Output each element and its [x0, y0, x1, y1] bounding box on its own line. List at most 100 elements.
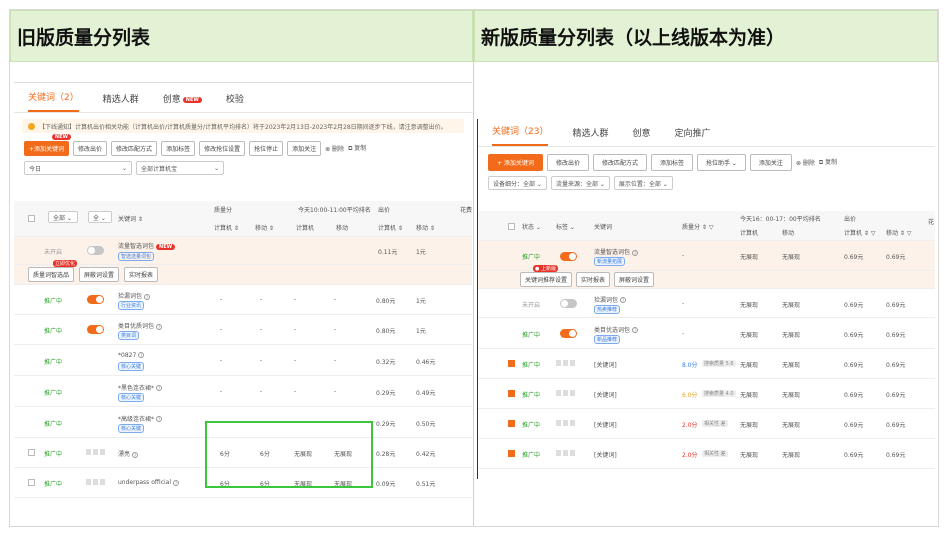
status-toggle[interactable]	[87, 295, 104, 304]
keyword-tag: 新流量拓展	[594, 257, 626, 266]
tab-0[interactable]: 关键词（2）	[28, 90, 79, 112]
tab-2[interactable]: 创意 NEW	[163, 92, 202, 112]
help-icon: ?	[156, 385, 163, 391]
rank-mobile: 无展现	[782, 392, 801, 399]
bid-header: 出价	[378, 207, 391, 214]
pkg-toggle[interactable]	[87, 246, 104, 255]
qs-mobile: -	[260, 326, 263, 333]
toolbar-button[interactable]: 修改匹配方式	[592, 153, 647, 171]
left-header: 旧版质量分列表	[10, 10, 473, 62]
delete-button[interactable]: ⊗ 删除	[796, 158, 815, 167]
tab-1[interactable]: 精选人群	[572, 126, 608, 146]
pkg-row: 未开启 流量智选词包 NEW 智选选量词包 0.11元 1元	[14, 237, 472, 265]
filter-2[interactable]: 全 ⌄	[88, 211, 112, 223]
row-checkbox[interactable]	[28, 479, 35, 486]
tag-slot	[556, 390, 561, 396]
qs-pc: -	[220, 296, 223, 303]
scope-select[interactable]: 全部计算机宝 ⌄	[136, 161, 224, 175]
qs-mobile: -	[260, 387, 263, 395]
toolbar-button[interactable]: 抢位停止	[249, 140, 284, 156]
status-toggle[interactable]	[87, 325, 104, 334]
row-checkbox[interactable]	[508, 420, 515, 427]
toolbar-button[interactable]: 添加关注	[749, 153, 792, 171]
add-keyword-button[interactable]: + 添加关键词	[488, 153, 543, 171]
status-filter[interactable]: 全部 ⌄	[48, 211, 78, 223]
pkg-action-button[interactable]: 屏蔽词设置	[79, 267, 120, 282]
pkg-toggle[interactable]	[560, 252, 577, 261]
tag-placeholders	[86, 449, 107, 457]
row-checkbox[interactable]	[508, 450, 515, 457]
tab-2[interactable]: 创意	[632, 126, 650, 146]
table-row: 推广中 [关键词] 2.0分 相关性 差 无展现 无展现 0.69元 0.69元	[478, 409, 935, 439]
status-toggle[interactable]	[560, 298, 577, 308]
pc-bid-header: 计算机 ⇕ ▽	[844, 230, 876, 237]
toolbar-button[interactable]: 修改出价	[73, 140, 108, 156]
status-text: 推广中	[44, 420, 63, 428]
tab-3[interactable]: 定向推广	[674, 126, 710, 146]
date-select[interactable]: 今日 ⌄	[24, 161, 132, 175]
delete-button[interactable]: ⊗ 删除	[325, 144, 344, 153]
filter-select[interactable]: 设备细分：全部 ⌄	[488, 176, 547, 190]
help-icon: ?	[632, 249, 639, 256]
row-checkbox[interactable]	[28, 449, 35, 456]
row-checkbox[interactable]	[508, 360, 515, 367]
qs-pc: -	[220, 387, 223, 395]
tab-1[interactable]: 精选人群	[103, 92, 139, 112]
bid-mobile: 0.50元	[416, 420, 436, 428]
tag-slot	[556, 420, 561, 426]
pc-qs-header: 计算机 ⇕	[214, 225, 239, 232]
tab-3[interactable]: 校验	[226, 92, 244, 112]
notice-text: 【下线通知】计算机出价相关功能（计算机出价/计算机质量分/计算机平均排名）将于2…	[39, 123, 447, 131]
pkg-action-button[interactable]: 实时报表	[576, 272, 611, 287]
status-text: 推广中	[522, 452, 541, 459]
toolbar-button[interactable]: 添加标签	[161, 140, 196, 156]
status-toggle[interactable]	[560, 328, 577, 338]
tab-0[interactable]: 关键词（23）	[492, 124, 549, 146]
bid-pc: 0.80元	[376, 328, 396, 335]
copy-button[interactable]: ⧉ 复制	[348, 143, 366, 153]
toolbar-button[interactable]: 添加标签	[650, 153, 693, 171]
bid-header: 出价	[844, 216, 857, 223]
bid-mobile: 0.69元	[886, 254, 906, 261]
toolbar-button[interactable]: 修改抢位设置	[199, 140, 246, 156]
rank-mobile: -	[334, 296, 337, 303]
extra-header: 花	[928, 219, 935, 226]
tag-placeholders	[556, 450, 577, 458]
toolbar-button[interactable]: 修改出价	[546, 153, 589, 171]
toolbar-button[interactable]: 修改匹配方式	[111, 140, 158, 156]
keyword-tag: 核心关键	[118, 423, 145, 433]
new-table: 状态 ⌄ 标签 ⌄ 关键词 质量分 ⇕ ▽ 今天16：00-17：00平均排名 出价 花计算…	[478, 211, 935, 479]
filter-select[interactable]: 流量来源：全部 ⌄	[550, 176, 610, 190]
rank-mobile: -	[334, 356, 337, 364]
keyword-tag: 核心关键	[118, 361, 145, 371]
select-all-checkbox[interactable]	[28, 215, 35, 222]
bid-pc: 0.69元	[844, 422, 864, 429]
add-keyword-button[interactable]: +添加关键词 NEW	[24, 133, 72, 156]
tag-placeholders	[556, 390, 577, 398]
pkg-action-button[interactable]: 屏蔽词设置	[614, 272, 655, 287]
rank-pc: 无展现	[740, 362, 759, 369]
pkg-action-button[interactable]: 质量词智选品 立即优化	[28, 260, 78, 282]
keyword-name: *0827?	[118, 351, 145, 359]
rank-pc: 无展现	[740, 301, 759, 309]
qscore: 2.0分	[682, 422, 698, 429]
bid-pc: 0.28元	[376, 451, 396, 458]
keyword-header: 关键词 ⇕	[118, 216, 143, 223]
new-version-badge: ● 上新版	[533, 265, 558, 272]
row-checkbox[interactable]	[508, 390, 515, 397]
help-icon: ?	[632, 327, 639, 333]
rank-pc: -	[294, 296, 297, 303]
toolbar-button[interactable]: 抢位助手 ⌄	[696, 153, 746, 171]
bid-pc: 0.29元	[376, 420, 396, 428]
rank-pc: 无展现	[740, 422, 759, 429]
copy-button[interactable]: ⧉ 复制	[819, 157, 837, 167]
pkg-action-button[interactable]: 实时报表	[124, 267, 159, 282]
old-notice: 【下线通知】计算机出价相关功能（计算机出价/计算机质量分/计算机平均排名）将于2…	[22, 119, 464, 133]
select-all-checkbox[interactable]	[508, 223, 515, 230]
old-filters: 今日 ⌄ 全部计算机宝 ⌄	[14, 161, 472, 175]
toolbar-button[interactable]: 添加关注	[287, 140, 322, 156]
filter-select[interactable]: 展示位置：全部 ⌄	[613, 176, 673, 190]
qs-pc: -	[220, 356, 223, 364]
pkg-action-button[interactable]: 关键词推荐设置 ● 上新版	[520, 265, 573, 287]
bid-mobile: 0.69元	[886, 452, 906, 459]
